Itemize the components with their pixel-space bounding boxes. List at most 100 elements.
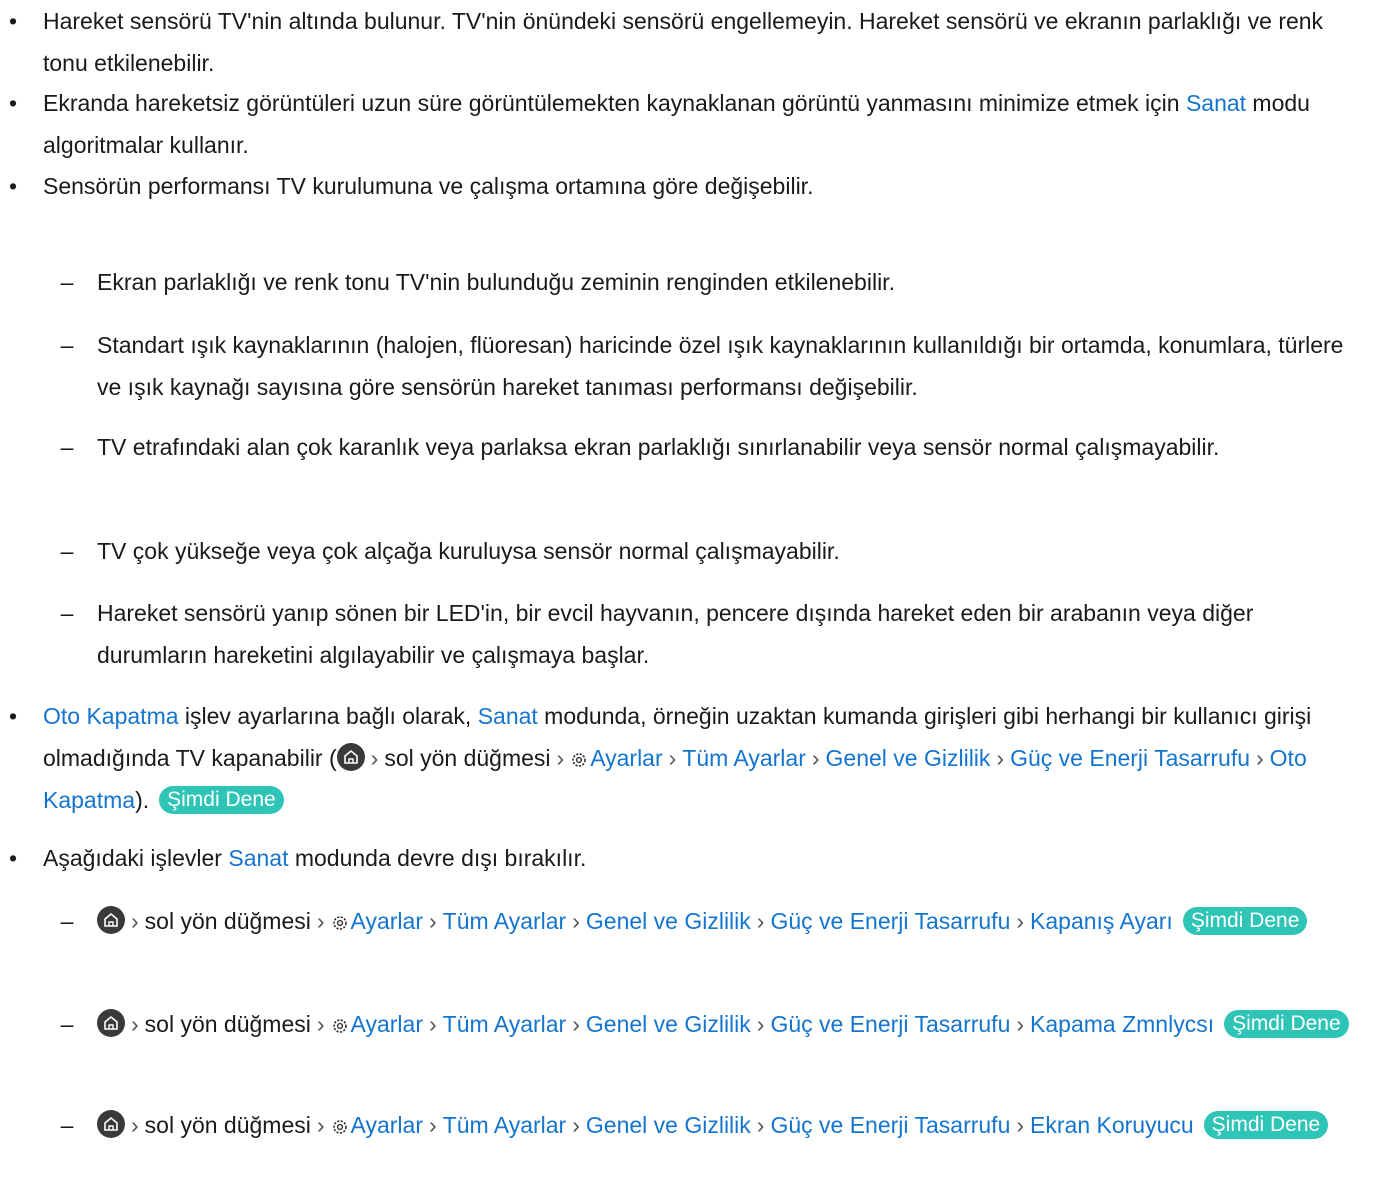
menu-path: › sol yön düğmesi › Ayarlar › Tüm Ayarlar › Gen… bbox=[43, 1003, 1354, 1045]
link-guc-enerji[interactable]: Güç ve Enerji Tasarrufu bbox=[770, 1011, 1010, 1037]
link-guc-enerji[interactable]: Güç ve Enerji Tasarrufu bbox=[1010, 745, 1250, 771]
link-sanat[interactable]: Sanat bbox=[1186, 90, 1246, 116]
link-guc-enerji[interactable]: Güç ve Enerji Tasarrufu bbox=[770, 908, 1010, 934]
chevron-right-icon: › bbox=[556, 745, 565, 771]
sub-list-item: – › sol yön düğmesi › Ayarlar › Tüm Ayarlar › G… bbox=[43, 900, 1354, 942]
try-now-button[interactable]: Şimdi Dene bbox=[159, 786, 284, 814]
link-oto-kapatma[interactable]: Oto Kapatma bbox=[43, 703, 179, 729]
link-ekran-koruyucu[interactable]: Ekran Koruyucu bbox=[1030, 1112, 1194, 1138]
link-tum-ayarlar[interactable]: Tüm Ayarlar bbox=[443, 908, 567, 934]
chevron-right-icon: › bbox=[811, 745, 820, 771]
gear-icon bbox=[572, 753, 586, 767]
text-segment: sol yön düğmesi bbox=[384, 745, 551, 771]
chevron-right-icon: › bbox=[668, 745, 677, 771]
chevron-right-icon: › bbox=[131, 1011, 139, 1037]
list-item: • Hareket sensörü TV'nin altında bulunur… bbox=[9, 0, 1354, 84]
text-segment: sol yön düğmesi bbox=[144, 1112, 311, 1138]
sub-item-text: Standart ışık kaynaklarının (halojen, fl… bbox=[97, 332, 1344, 400]
link-ayarlar[interactable]: Ayarlar bbox=[590, 745, 662, 771]
sub-list-item: – TV çok yükseğe veya çok alçağa kuruluy… bbox=[43, 530, 1354, 572]
bullet-mark: • bbox=[8, 173, 18, 199]
sub-item-text: TV çok yükseğe veya çok alçağa kuruluysa… bbox=[97, 538, 840, 564]
bullet-text: Aşağıdaki işlevler Sanat modunda devre d… bbox=[43, 837, 1354, 879]
link-tum-ayarlar[interactable]: Tüm Ayarlar bbox=[682, 745, 806, 771]
bullet-mark: • bbox=[8, 90, 18, 116]
sub-list-item: – › sol yön düğmesi › Ayarlar › Tüm Ayarlar › G… bbox=[43, 1003, 1354, 1045]
text-segment: sol yön düğmesi bbox=[144, 908, 311, 934]
home-icon bbox=[336, 743, 365, 771]
chevron-right-icon: › bbox=[1016, 908, 1025, 934]
text-segment: işlev ayarlarına bağlı olarak, bbox=[178, 703, 478, 729]
link-guc-enerji[interactable]: Güç ve Enerji Tasarrufu bbox=[770, 1112, 1010, 1138]
try-now-button[interactable]: Şimdi Dene bbox=[1182, 907, 1308, 935]
menu-path: › sol yön düğmesi › Ayarlar › Tüm Ayarlar › Gen… bbox=[43, 900, 1354, 942]
home-icon bbox=[97, 906, 125, 934]
chevron-right-icon: › bbox=[572, 1011, 580, 1037]
chevron-right-icon: › bbox=[756, 908, 765, 934]
gear-icon bbox=[332, 1120, 347, 1134]
text-segment: Aşağıdaki işlevler bbox=[43, 845, 229, 871]
dash-mark: – bbox=[60, 1011, 74, 1037]
gear-icon bbox=[332, 916, 347, 930]
list-item: • Sensörün performansı TV kurulumuna ve … bbox=[9, 165, 1354, 207]
chevron-right-icon: › bbox=[756, 1011, 765, 1037]
sub-list-item: – TV etrafındaki alan çok karanlık veya … bbox=[43, 426, 1354, 468]
list-item: • Oto Kapatma işlev ayarlarına bağlı ola… bbox=[9, 695, 1354, 821]
link-genel-gizlilik[interactable]: Genel ve Gizlilik bbox=[826, 745, 991, 771]
chevron-right-icon: › bbox=[756, 1112, 765, 1138]
chevron-right-icon: › bbox=[572, 1112, 580, 1138]
sub-list-item: – › sol yön düğmesi › Ayarlar › Tüm Ayarlar › G… bbox=[43, 1104, 1354, 1146]
gear-icon bbox=[332, 1019, 347, 1033]
dash-mark: – bbox=[60, 1112, 74, 1138]
dash-mark: – bbox=[60, 269, 74, 295]
sub-item-text: Hareket sensörü yanıp sönen bir LED'in, … bbox=[97, 600, 1254, 668]
link-genel-gizlilik[interactable]: Genel ve Gizlilik bbox=[586, 1011, 751, 1037]
link-kapama-zamanlayicisi[interactable]: Kapama Zmnlycsı bbox=[1030, 1011, 1214, 1037]
home-icon bbox=[97, 1009, 125, 1037]
document-page: • Hareket sensörü TV'nin altında bulunur… bbox=[0, 0, 1384, 1185]
chevron-right-icon: › bbox=[1016, 1112, 1025, 1138]
link-tum-ayarlar[interactable]: Tüm Ayarlar bbox=[443, 1112, 567, 1138]
link-sanat[interactable]: Sanat bbox=[228, 845, 288, 871]
chevron-right-icon: › bbox=[428, 1112, 437, 1138]
link-ayarlar[interactable]: Ayarlar bbox=[351, 908, 423, 934]
link-ayarlar[interactable]: Ayarlar bbox=[351, 1011, 423, 1037]
sub-list-item: – Hareket sensörü yanıp sönen bir LED'in… bbox=[43, 592, 1354, 676]
try-now-button[interactable]: Şimdi Dene bbox=[1224, 1010, 1349, 1038]
dash-mark: – bbox=[60, 600, 74, 626]
sub-item-text: Ekran parlaklığı ve renk tonu TV'nin bul… bbox=[97, 269, 895, 295]
bullet-text: Sensörün performansı TV kurulumuna ve ça… bbox=[43, 173, 814, 199]
chevron-right-icon: › bbox=[1016, 1011, 1025, 1037]
sub-list-item: – Standart ışık kaynaklarının (halojen, … bbox=[43, 324, 1354, 408]
chevron-right-icon: › bbox=[1256, 745, 1264, 771]
chevron-right-icon: › bbox=[428, 1011, 437, 1037]
text-segment: sol yön düğmesi bbox=[144, 1011, 311, 1037]
chevron-right-icon: › bbox=[316, 1011, 325, 1037]
dash-mark: – bbox=[60, 332, 74, 358]
chevron-right-icon: › bbox=[131, 908, 139, 934]
bullet-text: Ekranda hareketsiz görüntüleri uzun süre… bbox=[43, 82, 1354, 166]
link-sanat[interactable]: Sanat bbox=[478, 703, 538, 729]
link-genel-gizlilik[interactable]: Genel ve Gizlilik bbox=[586, 908, 751, 934]
link-tum-ayarlar[interactable]: Tüm Ayarlar bbox=[443, 1011, 567, 1037]
try-now-button[interactable]: Şimdi Dene bbox=[1203, 1111, 1329, 1139]
chevron-right-icon: › bbox=[996, 745, 1005, 771]
menu-path: › sol yön düğmesi › Ayarlar › Tüm Ayarlar › Gen… bbox=[43, 1104, 1354, 1146]
chevron-right-icon: › bbox=[370, 745, 379, 771]
link-genel-gizlilik[interactable]: Genel ve Gizlilik bbox=[586, 1112, 751, 1138]
home-icon bbox=[97, 1110, 125, 1138]
chevron-right-icon: › bbox=[316, 908, 325, 934]
bullet-mark: • bbox=[8, 845, 18, 871]
link-ayarlar[interactable]: Ayarlar bbox=[351, 1112, 423, 1138]
bullet-mark: • bbox=[8, 703, 18, 729]
chevron-right-icon: › bbox=[131, 1112, 139, 1138]
link-kapanis-ayari[interactable]: Kapanış Ayarı bbox=[1030, 908, 1173, 934]
text-segment: ). bbox=[135, 787, 150, 813]
text-segment: modunda devre dışı bırakılır. bbox=[288, 845, 587, 871]
bullet-mark: • bbox=[8, 8, 18, 34]
dash-mark: – bbox=[60, 434, 74, 460]
dash-mark: – bbox=[60, 908, 74, 934]
text-segment: Ekranda hareketsiz görüntüleri uzun süre… bbox=[43, 90, 1186, 116]
bullet-text: Hareket sensörü TV'nin altında bulunur. … bbox=[43, 8, 1324, 76]
bullet-text: Oto Kapatma işlev ayarlarına bağlı olara… bbox=[43, 695, 1354, 821]
